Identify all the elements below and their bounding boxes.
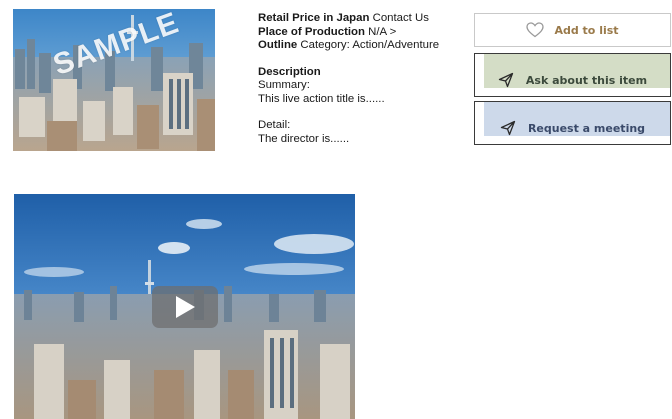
request-meeting-button[interactable]: Request a meeting <box>474 101 671 145</box>
place-of-production-row: Place of Production N/A > <box>258 26 468 40</box>
detail-label: Detail: <box>258 119 291 131</box>
place-of-production-value[interactable]: N/A > <box>368 26 396 38</box>
ask-about-item-label: Ask about this item <box>525 73 648 87</box>
summary-label: Summary: <box>258 79 310 91</box>
outline-value: Category: Action/Adventure <box>300 39 440 51</box>
heart-icon <box>526 22 545 38</box>
retail-price-row: Retail Price in Japan Contact Us <box>258 12 468 26</box>
summary-text: This live action title is...... <box>258 92 385 105</box>
request-meeting-label: Request a meeting <box>527 121 646 135</box>
outline-label: Outline <box>258 39 298 51</box>
ask-about-item-button[interactable]: Ask about this item <box>474 53 671 97</box>
play-button[interactable] <box>152 286 218 328</box>
place-of-production-label: Place of Production <box>258 25 365 38</box>
add-to-list-label: Add to list <box>554 23 619 37</box>
add-to-list-button[interactable]: Add to list <box>474 13 671 47</box>
description-heading: Description <box>258 65 321 78</box>
detail-text: The director is...... <box>258 132 350 145</box>
play-icon <box>176 296 195 318</box>
outline-row: Outline Category: Action/Adventure <box>258 39 468 53</box>
send-icon <box>498 72 514 88</box>
retail-price-label: Retail Price in Japan <box>258 12 370 24</box>
product-thumbnail[interactable]: SAMPLE <box>13 9 215 151</box>
video-player[interactable] <box>14 194 355 419</box>
send-icon <box>500 120 516 136</box>
retail-price-value: Contact Us <box>372 12 429 24</box>
product-info: Retail Price in Japan Contact Us Place o… <box>258 12 468 146</box>
